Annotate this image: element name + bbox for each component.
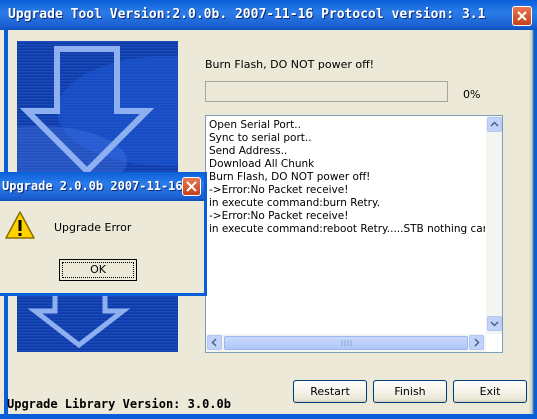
chevron-left-icon bbox=[211, 338, 217, 347]
log-line: ->Error:No Packet receive! bbox=[209, 210, 349, 222]
dialog-title-bar[interactable]: Upgrade 2.0.0b 2007-11-16 bbox=[0, 172, 204, 201]
chevron-up-icon bbox=[490, 121, 499, 127]
log-line: Sync to serial port.. bbox=[209, 132, 312, 144]
dialog-title: Upgrade 2.0.0b 2007-11-16 bbox=[2, 179, 183, 193]
title-bar[interactable]: Upgrade Tool Version:2.0.0b. 2007-11-16 … bbox=[0, 0, 537, 30]
close-icon bbox=[517, 11, 527, 21]
warning-icon bbox=[5, 211, 35, 239]
scroll-up-button[interactable] bbox=[487, 117, 502, 132]
log-line: in execute command:reboot Retry.....STB … bbox=[209, 223, 485, 235]
finish-button[interactable]: Finish bbox=[373, 380, 447, 403]
window-border-right bbox=[529, 30, 537, 415]
exit-button[interactable]: Exit bbox=[453, 380, 527, 403]
vertical-scrollbar[interactable] bbox=[486, 116, 502, 334]
log-lines: Open Serial Port.. Sync to serial port.. S… bbox=[209, 119, 485, 236]
log-line: Open Serial Port.. bbox=[209, 119, 301, 131]
log-line: Send Address.. bbox=[209, 145, 288, 157]
scroll-left-button[interactable] bbox=[207, 335, 222, 350]
log-line: ->Error:No Packet receive! bbox=[209, 184, 349, 196]
progress-bar bbox=[205, 81, 448, 102]
restart-button[interactable]: Restart bbox=[293, 380, 367, 403]
chevron-down-icon bbox=[490, 321, 499, 327]
dialog-close-button[interactable] bbox=[182, 177, 201, 196]
grip-icon bbox=[341, 340, 352, 346]
progress-percent: 0% bbox=[463, 88, 481, 101]
scroll-right-button[interactable] bbox=[469, 335, 484, 350]
horizontal-scrollbar[interactable] bbox=[206, 334, 486, 352]
log-line: in execute command:burn Retry. bbox=[209, 197, 381, 209]
scroll-down-button[interactable] bbox=[487, 316, 502, 331]
window-title: Upgrade Tool Version:2.0.0b. 2007-11-16 … bbox=[8, 7, 486, 22]
log-line: Download All Chunk bbox=[209, 158, 315, 170]
log-textbox[interactable]: Open Serial Port.. Sync to serial port.. S… bbox=[205, 115, 503, 353]
error-dialog: Upgrade 2.0.0b 2007-11-16 Upgrade Error … bbox=[0, 172, 207, 296]
chevron-right-icon bbox=[474, 338, 480, 347]
status-message: Burn Flash, DO NOT power off! bbox=[205, 58, 375, 71]
library-version: Upgrade Library Version: 3.0.0b bbox=[7, 397, 231, 411]
close-button[interactable] bbox=[512, 6, 532, 26]
close-icon bbox=[186, 181, 197, 192]
horizontal-scroll-thumb[interactable] bbox=[224, 336, 468, 350]
dialog-message: Upgrade Error bbox=[54, 221, 132, 234]
log-line: Burn Flash, DO NOT power off! bbox=[209, 171, 371, 183]
window-border-bottom bbox=[0, 414, 537, 419]
ok-button[interactable]: OK bbox=[59, 259, 137, 281]
